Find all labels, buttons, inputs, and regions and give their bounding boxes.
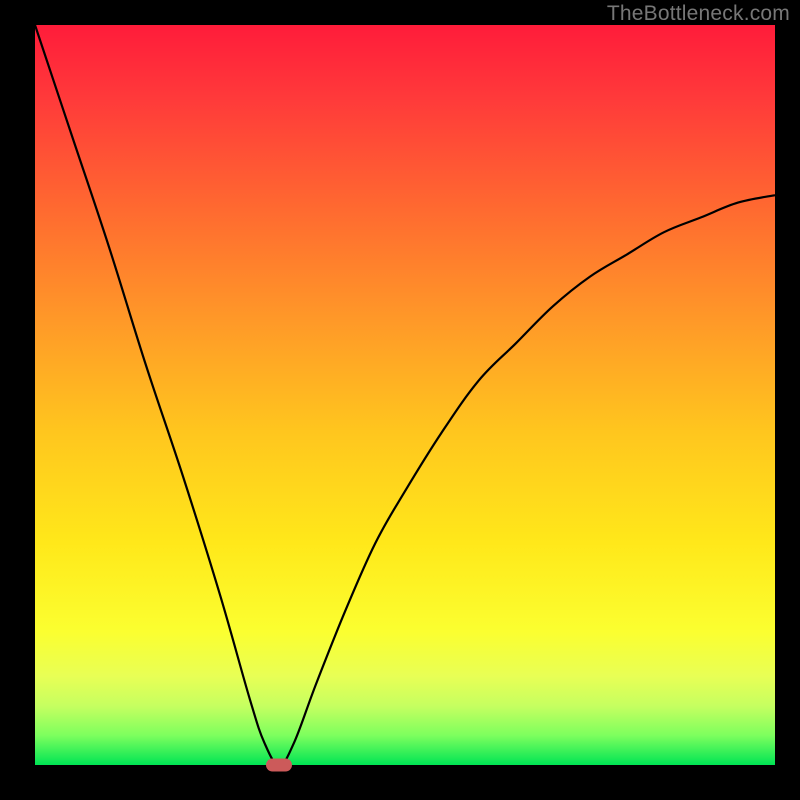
chart-frame: TheBottleneck.com: [0, 0, 800, 800]
watermark-text: TheBottleneck.com: [607, 2, 790, 26]
minimum-marker: [266, 759, 292, 772]
curve-layer: [35, 25, 775, 765]
bottleneck-curve: [35, 25, 775, 765]
plot-area: [35, 25, 775, 765]
